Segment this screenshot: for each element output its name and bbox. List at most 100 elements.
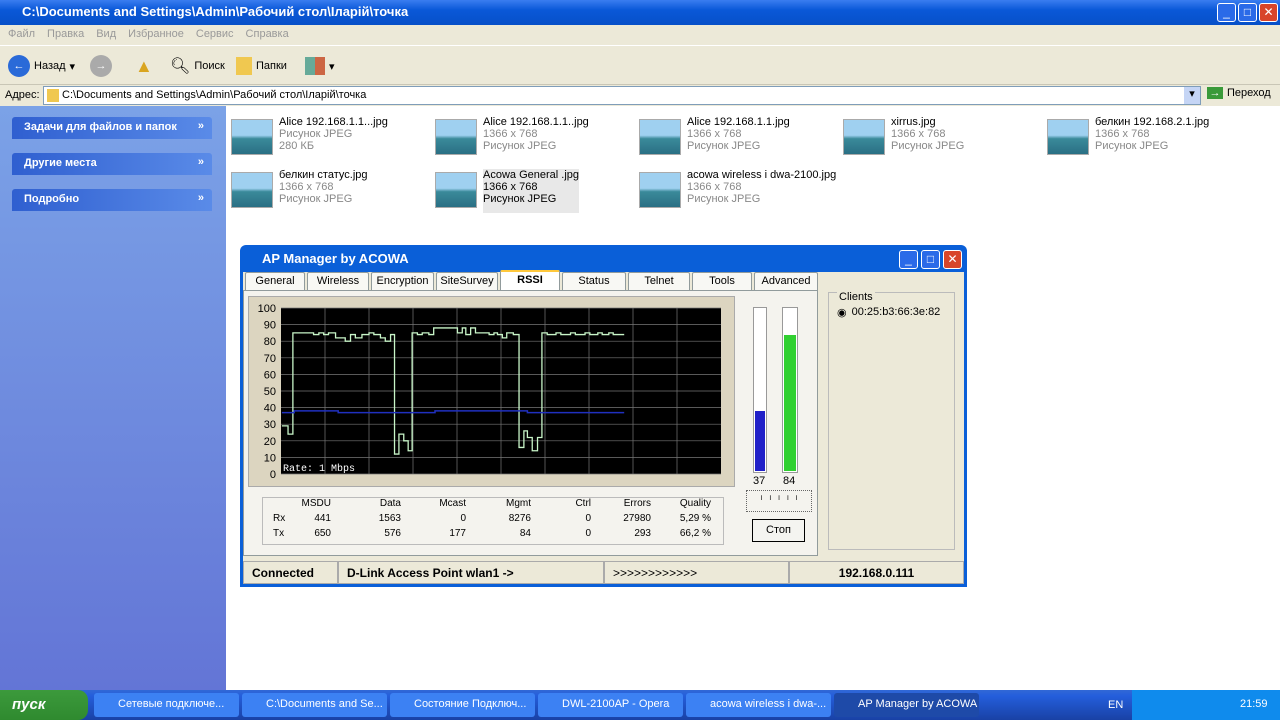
sidebar-details[interactable]: Подробно » [12, 189, 212, 211]
taskbar-button[interactable]: acowa wireless i dwa-... [686, 693, 831, 717]
device-name: D-Link Access Point wlan1 -> [338, 561, 604, 584]
stats-cell: 5,29 % [679, 513, 711, 524]
toolbar: ← Назад ▾ → ▲ 🔍︎ Поиск Папки ▾ [0, 45, 1280, 85]
y-tick-label: 0 [270, 469, 276, 481]
file-info: Alice 192.168.1.1..jpg 1366 x 768 Рисунок … [483, 116, 589, 160]
y-tick-label: 50 [264, 386, 276, 398]
file-info: белкин статус.jpg 1366 x 768 Рисунок JPEG [279, 169, 368, 213]
menu-favorites[interactable]: Избранное [128, 28, 184, 40]
y-tick-label: 80 [264, 336, 276, 348]
menu-tools[interactable]: Сервис [196, 28, 234, 40]
file-item[interactable]: xirrus.jpg 1366 x 768 Рисунок JPEG [843, 116, 1043, 160]
tab-tools[interactable]: Tools [692, 272, 752, 290]
refresh-slider[interactable]: ╷╷╷╷╷ [746, 490, 812, 512]
taskbar-button[interactable]: C:\Documents and Se... [242, 693, 387, 717]
image-file-icon [231, 172, 273, 208]
views-button[interactable]: ▾ [305, 54, 335, 78]
search-button[interactable]: 🔍︎ Поиск [170, 54, 225, 78]
ap-title: AP Manager by ACOWA [262, 251, 409, 266]
go-arrow-icon: → [1207, 87, 1223, 99]
file-name: Alice 192.168.1.1.jpg [687, 116, 790, 128]
file-type: Рисунок JPEG [279, 193, 353, 205]
stats-cell: 0 [585, 528, 591, 539]
stats-header: Mgmt [506, 498, 531, 509]
address-input[interactable]: C:\Documents and Settings\Admin\Рабочий … [43, 86, 1201, 105]
file-item[interactable]: белкин статус.jpg 1366 x 768 Рисунок JPEG [231, 169, 431, 213]
tab-wireless[interactable]: Wireless [307, 272, 369, 290]
image-file-icon [231, 119, 273, 155]
folders-button[interactable]: Папки [236, 54, 287, 78]
y-tick-label: 70 [264, 353, 276, 365]
y-tick-label: 40 [264, 403, 276, 415]
stop-button[interactable]: Стоп [752, 519, 805, 542]
rate-label: Rate: 1 Mbps [283, 463, 355, 475]
forward-button[interactable]: → [90, 54, 112, 78]
rssi-panel: 0 10 20 30 40 50 60 70 80 90 100 Rate: 1 Mbps 37 84… [243, 290, 818, 556]
menu-file[interactable]: Файл [8, 28, 35, 40]
ap-close-button[interactable]: ✕ [943, 250, 962, 269]
stats-row-label: Tx [273, 528, 285, 539]
file-info: Alice 192.168.1.1...jpg Рисунок JPEG 280 К… [279, 116, 388, 160]
radio-selected-icon: ◉ [837, 307, 847, 319]
explorer-title-bar: C:\Documents and Settings\Admin\Рабочий … [0, 0, 1280, 25]
tab-status[interactable]: Status [562, 272, 626, 290]
noise-value: 37 [753, 475, 766, 487]
file-name: Alice 192.168.1.1..jpg [483, 116, 589, 128]
stats-header: Data [379, 498, 401, 509]
minimize-button[interactable]: _ [1217, 3, 1236, 22]
start-button[interactable]: пуск [0, 690, 88, 720]
image-file-icon [639, 172, 681, 208]
tab-general[interactable]: General [245, 272, 305, 290]
chevron-down-icon: » [197, 192, 204, 204]
file-item[interactable]: Alice 192.168.1.1...jpg Рисунок JPEG 280 К… [231, 116, 431, 160]
file-detail: 1366 x 768 [891, 128, 946, 140]
stats-cell: 84 [519, 528, 531, 539]
file-type: Рисунок JPEG [891, 140, 965, 152]
ap-body: General Wireless Encryption SiteSurvey RSSI S… [243, 270, 964, 584]
maximize-button[interactable]: □ [1238, 3, 1257, 22]
stats-cell: 0 [460, 513, 466, 524]
menu-view[interactable]: Вид [96, 28, 116, 40]
noise-level-bar [753, 307, 767, 473]
file-detail: 1366 x 768 [1095, 128, 1150, 140]
stats-cell: 66,2 % [679, 528, 711, 539]
tab-encryption[interactable]: Encryption [371, 272, 434, 290]
stats-cell: 1563 [378, 513, 401, 524]
stats-row-label: Rx [273, 513, 286, 524]
menu-help[interactable]: Справка [246, 28, 289, 40]
tab-sitesurvey[interactable]: SiteSurvey [436, 272, 498, 290]
tab-rssi[interactable]: RSSI [500, 270, 560, 291]
close-button[interactable]: ✕ [1259, 3, 1278, 22]
up-folder-button[interactable]: ▲ [135, 54, 153, 78]
file-item[interactable]: Alice 192.168.1.1..jpg 1366 x 768 Рисунок … [435, 116, 635, 160]
ap-maximize-button[interactable]: □ [921, 250, 940, 269]
ap-status-bar: Connected D-Link Access Point wlan1 -> >… [243, 561, 964, 584]
menu-edit[interactable]: Правка [47, 28, 84, 40]
back-button[interactable]: ← Назад ▾ [8, 54, 75, 78]
sidebar-file-tasks[interactable]: Задачи для файлов и папок » [12, 117, 212, 139]
clock: 21:59 [1240, 698, 1268, 710]
client-item[interactable]: ◉ 00:25:b3:66:3e:82 [837, 306, 940, 319]
address-dropdown[interactable]: ▾ [1184, 87, 1200, 104]
taskbar-button[interactable]: Сетевые подключе... [94, 693, 239, 717]
sidebar-label: Задачи для файлов и папок [24, 121, 177, 133]
sidebar-other-places[interactable]: Другие места » [12, 153, 212, 175]
file-item[interactable]: Acowa General .jpg 1366 x 768 Рисунок JPEG [435, 169, 635, 213]
window-title: C:\Documents and Settings\Admin\Рабочий … [22, 4, 409, 19]
client-mac: 00:25:b3:66:3e:82 [851, 306, 941, 318]
stats-cell: 650 [314, 528, 331, 539]
tab-advanced[interactable]: Advanced [754, 272, 818, 290]
taskbar-button[interactable]: Состояние Подключ... [390, 693, 535, 717]
file-item[interactable]: acowa wireless i dwa-2100.jpg 1366 x 768 Р… [639, 169, 839, 213]
taskbar-button[interactable]: DWL-2100AP - Opera [538, 693, 683, 717]
image-file-icon [435, 172, 477, 208]
tab-telnet[interactable]: Telnet [628, 272, 690, 290]
language-indicator[interactable]: EN [1108, 699, 1123, 711]
taskbar-button[interactable]: AP Manager by ACOWA [834, 693, 979, 717]
signal-value: 84 [783, 475, 796, 487]
go-button[interactable]: → Переход [1207, 87, 1271, 99]
file-item[interactable]: Alice 192.168.1.1.jpg 1366 x 768 Рисунок J… [639, 116, 839, 160]
ap-minimize-button[interactable]: _ [899, 250, 918, 269]
file-item[interactable]: белкин 192.168.2.1.jpg 1366 x 768 Рисунок … [1047, 116, 1247, 160]
go-label: Переход [1227, 87, 1271, 99]
